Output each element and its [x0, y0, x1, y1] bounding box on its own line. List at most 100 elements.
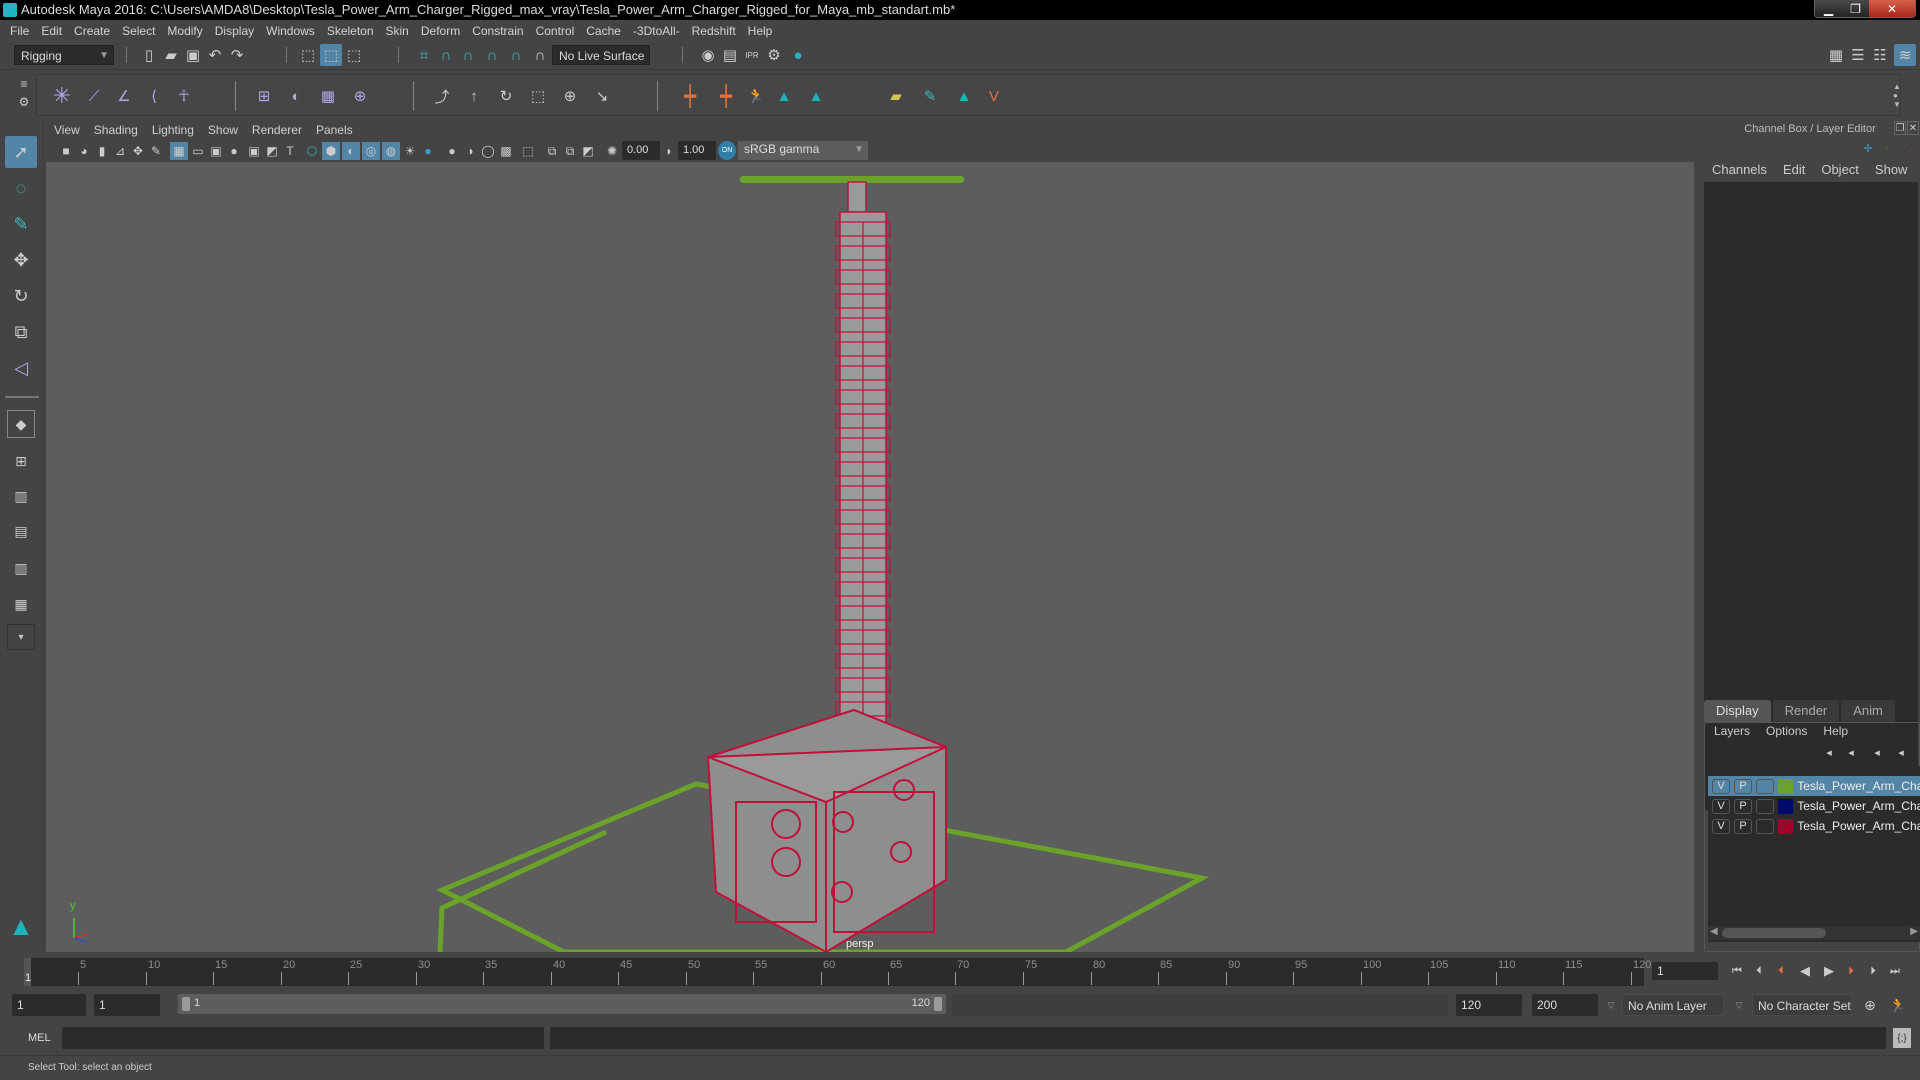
select-object-icon[interactable]: ⬚ [320, 44, 342, 66]
layer-playback-toggle[interactable]: P [1734, 778, 1753, 794]
gamma-field[interactable]: 1.00 [678, 141, 716, 160]
wireframe-on-shaded-icon[interactable]: ◎ [362, 142, 380, 160]
redo-icon[interactable]: ↷ [228, 45, 246, 65]
point-constraint-icon[interactable]: ↑ [461, 83, 487, 109]
new-scene-icon[interactable]: ▯ [140, 45, 158, 65]
isolate-select-icon[interactable]: ⬚ [520, 142, 536, 160]
close-button[interactable]: ✕ [1869, 0, 1915, 17]
quick-rig-icon[interactable]: ☥ [171, 83, 197, 109]
paint-weights-icon[interactable]: ◐ [283, 83, 309, 109]
layer-display-type-toggle[interactable] [1756, 818, 1775, 834]
motion-blur-icon[interactable]: ◑ [462, 142, 478, 160]
maya-script-icon-1[interactable]: ▲ [771, 83, 797, 109]
depth-of-field-icon[interactable]: ▩ [498, 142, 514, 160]
camera-select-icon[interactable]: ■ [58, 142, 74, 160]
textured-icon[interactable]: ◍ [382, 142, 400, 160]
menu-constrain[interactable]: Constrain [472, 24, 523, 38]
play-backwards-icon[interactable]: ◀ [1796, 962, 1814, 980]
wireframe-icon[interactable]: ⬡ [304, 142, 320, 160]
float-panel-icon[interactable]: ❐ [1894, 121, 1906, 135]
scroll-left-icon[interactable]: ◀ [1710, 926, 1718, 937]
hypershade-persp-layout-icon[interactable]: ▥ [5, 552, 37, 584]
lattice-icon[interactable]: ▦ [315, 83, 341, 109]
xray-joints-icon[interactable]: ⧉ [562, 142, 578, 160]
animation-start-field[interactable]: 1 [12, 994, 86, 1016]
ik-handle-icon[interactable]: ∠ [111, 83, 137, 109]
menu-edit[interactable]: Edit [41, 24, 62, 38]
menu-control[interactable]: Control [536, 24, 575, 38]
range-end-handle[interactable] [934, 997, 942, 1011]
playback-start-field[interactable]: 1 [94, 994, 160, 1016]
tab-display[interactable]: Display [1704, 700, 1771, 722]
ipr-render-icon[interactable]: IPR [742, 45, 762, 65]
snap-view-plane-icon[interactable]: ∩ [506, 45, 526, 65]
menu-help[interactable]: Help [748, 24, 773, 38]
menu-create[interactable]: Create [74, 24, 110, 38]
close-panel-icon[interactable]: ✕ [1907, 121, 1919, 135]
animation-preferences-icon[interactable]: 🏃 [1888, 995, 1908, 1015]
layer-visibility-toggle[interactable]: V [1712, 818, 1731, 834]
snap-curve-icon[interactable]: ∩ [436, 45, 456, 65]
panel-menu-shading[interactable]: Shading [94, 123, 138, 137]
new-layer-icon[interactable]: ◂ [1868, 744, 1886, 760]
color-space-dropdown[interactable]: sRGB gamma ▼ [738, 141, 868, 160]
move-tool-icon[interactable]: ✥ [5, 244, 37, 276]
menu-display[interactable]: Display [215, 24, 254, 38]
default-material-icon[interactable]: ◐ [342, 142, 360, 160]
layer-menu-options[interactable]: Options [1766, 724, 1807, 738]
bind-skin-icon[interactable]: ⊞ [251, 83, 277, 109]
current-frame-field[interactable]: 1 [1652, 962, 1718, 980]
render-view-icon[interactable]: ◉ [698, 45, 718, 65]
render-settings-icon[interactable]: ⚙ [764, 45, 784, 65]
bookmark-icon[interactable]: ▮ [94, 142, 110, 160]
safe-action-icon[interactable]: ◩ [264, 142, 280, 160]
rotate-tool-icon[interactable]: ↻ [5, 280, 37, 312]
shelf-scroll-icon[interactable]: ▲ ● ▼ [1893, 75, 1901, 115]
scale-tool-icon[interactable]: ⧉ [5, 316, 37, 348]
scroll-right-icon[interactable]: ▶ [1910, 926, 1918, 937]
menu-deform[interactable]: Deform [421, 24, 460, 38]
layer-list-hscrollbar[interactable]: ◀ ▶ [1708, 926, 1920, 940]
menu-skin[interactable]: Skin [386, 24, 409, 38]
scale-constraint-icon[interactable]: ⬚ [525, 83, 551, 109]
scrollbar-thumb[interactable] [1722, 928, 1826, 938]
orient-constraint-icon[interactable]: ↻ [493, 83, 519, 109]
perspective-viewport[interactable]: y persp [46, 162, 1694, 952]
render-frame-icon[interactable]: ▤ [720, 45, 740, 65]
modeling-toolkit-icon[interactable]: ▦ [1826, 45, 1846, 65]
undo-icon[interactable]: ↶ [206, 45, 224, 65]
auto-key-icon[interactable]: ⊕ [1860, 995, 1880, 1015]
layer-display-type-toggle[interactable] [1756, 778, 1775, 794]
snap-projected-center-icon[interactable]: ∩ [482, 45, 502, 65]
hyper-icon[interactable]: ⟋ [1900, 140, 1916, 156]
outliner-persp-layout-icon[interactable]: ▥ [5, 480, 37, 512]
persp-outliner-graph-layout-icon[interactable]: ▦ [5, 588, 37, 620]
select-hierarchy-icon[interactable]: ⬚ [298, 45, 318, 65]
maya-script-icon-3[interactable]: ▲ [951, 83, 977, 109]
ik-spline-icon[interactable]: ⟨ [141, 83, 167, 109]
hik-character-icon[interactable]: 🏃 [745, 83, 767, 109]
minimize-button[interactable]: ▁ [1815, 0, 1842, 17]
shadows-icon[interactable]: ● [420, 142, 436, 160]
field-chart-icon[interactable]: ▣ [246, 142, 262, 160]
display-layer-icon[interactable]: ▰ [883, 83, 909, 109]
menu-3dtoall[interactable]: -3DtoAll- [633, 24, 680, 38]
menu-redshift[interactable]: Redshift [692, 24, 736, 38]
chevron-down-icon[interactable]: ▽ [1604, 996, 1618, 1014]
set-driven-key-icon[interactable]: ┿ [677, 83, 703, 109]
menu-modify[interactable]: Modify [167, 24, 202, 38]
ambient-occlusion-icon[interactable]: ● [444, 142, 460, 160]
safe-title-icon[interactable]: T [282, 142, 298, 160]
four-view-layout-icon[interactable]: ⊞ [5, 445, 37, 477]
layer-color-swatch[interactable] [1778, 818, 1794, 834]
open-scene-icon[interactable]: ▰ [162, 45, 180, 65]
smooth-shade-icon[interactable]: ⬢ [322, 142, 340, 160]
chevron-down-icon[interactable]: ▽ [1732, 996, 1746, 1014]
channel-box-menu-edit[interactable]: Edit [1783, 162, 1805, 177]
animation-end-field[interactable]: 200 [1532, 994, 1598, 1016]
step-back-key-icon[interactable]: ⏴ [1772, 962, 1790, 980]
layer-visibility-toggle[interactable]: V [1712, 798, 1731, 814]
shelf-menu-icon[interactable]: ≡ [16, 76, 32, 92]
select-component-icon[interactable]: ⬚ [344, 45, 364, 65]
insert-joint-icon[interactable]: ⟋ [81, 83, 107, 109]
